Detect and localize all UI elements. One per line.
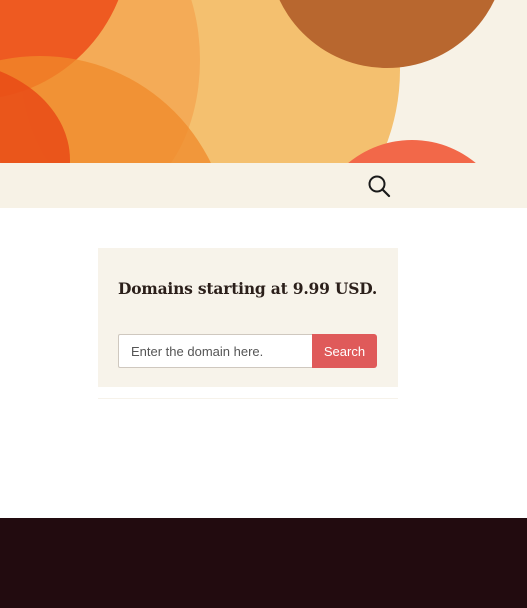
domain-search-widget: Domains starting at 9.99 USD. Search (98, 248, 398, 387)
widget-title: Domains starting at 9.99 USD. (118, 279, 378, 298)
divider (98, 398, 398, 399)
domain-search-input[interactable] (118, 334, 312, 368)
site-footer (0, 518, 527, 608)
navigation-bar (0, 163, 527, 208)
domain-search-button[interactable]: Search (312, 334, 377, 368)
search-icon[interactable] (366, 173, 392, 199)
main-content: Domains starting at 9.99 USD. Search (0, 208, 527, 518)
header-banner (0, 0, 527, 163)
